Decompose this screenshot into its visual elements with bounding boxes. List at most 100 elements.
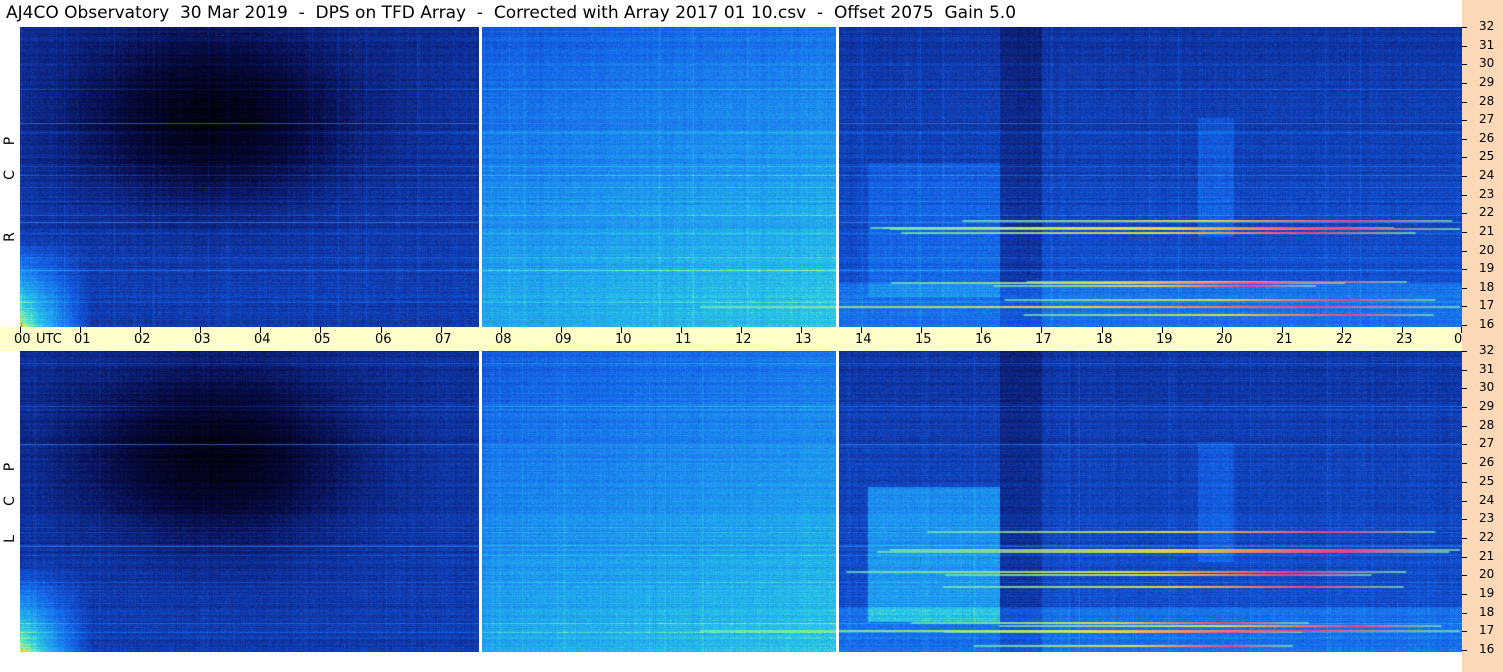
- lcp-spectrogram-canvas: [20, 351, 1462, 652]
- mhz-tick-mark: [1462, 538, 1467, 539]
- lcp-letter-c: C: [2, 496, 18, 506]
- mhz-tick-label: 31: [1479, 362, 1495, 376]
- rcp-side-label: R C P: [0, 27, 20, 327]
- utc-tick-label: 03: [194, 332, 211, 347]
- mhz-tick-label: 21: [1479, 224, 1495, 238]
- utc-tick-label: 13: [795, 332, 812, 347]
- mhz-tick-label: 29: [1479, 75, 1495, 89]
- utc-tick-label: 07: [435, 332, 452, 347]
- mhz-tick-label: 27: [1479, 112, 1495, 126]
- utc-tick-label: 09: [555, 332, 572, 347]
- mhz-tick-mark: [1462, 613, 1467, 614]
- mhz-tick-mark: [1462, 575, 1467, 576]
- rcp-spectrogram: [20, 27, 1462, 327]
- mhz-tick-mark: [1462, 64, 1467, 65]
- mhz-tick-mark: [1462, 232, 1467, 233]
- utc-tick-label: 20: [1216, 332, 1233, 347]
- mhz-tick-mark: [1462, 46, 1467, 47]
- mhz-tick-mark: [1462, 631, 1467, 632]
- mhz-tick-mark: [1462, 139, 1467, 140]
- mhz-tick-mark: [1462, 195, 1467, 196]
- mhz-tick-label: 19: [1479, 261, 1495, 275]
- mhz-tick-mark: [1462, 407, 1467, 408]
- mhz-tick-mark: [1462, 102, 1467, 103]
- mhz-tick-label: 23: [1479, 187, 1495, 201]
- mhz-tick-mark: [1462, 351, 1467, 352]
- mhz-tick-label: 29: [1479, 399, 1495, 413]
- mhz-tick-label: 28: [1479, 418, 1495, 432]
- mhz-tick-label: 22: [1479, 205, 1495, 219]
- mhz-tick-mark: [1462, 251, 1467, 252]
- mhz-tick-label: 16: [1479, 317, 1495, 331]
- mhz-tick-label: 30: [1479, 380, 1495, 394]
- utc-tick-label: 06: [375, 332, 392, 347]
- mhz-tick-mark: [1462, 269, 1467, 270]
- mhz-tick-mark: [1462, 83, 1467, 84]
- mhz-tick-mark: [1462, 388, 1467, 389]
- title-bar: AJ4CO Observatory 30 Mar 2019 - DPS on T…: [0, 0, 1462, 27]
- mhz-tick-mark: [1462, 288, 1467, 289]
- utc-tick-label: 10: [615, 332, 632, 347]
- utc-tick-label: 14: [855, 332, 872, 347]
- mhz-tick-label: 22: [1479, 530, 1495, 544]
- utc-tick-label: 12: [735, 332, 752, 347]
- utc-tick-label: 22: [1336, 332, 1353, 347]
- mhz-tick-label: 25: [1479, 149, 1495, 163]
- mhz-tick-label: 20: [1479, 243, 1495, 257]
- rcp-spectrogram-canvas: [20, 27, 1462, 327]
- rcp-letter-p: P: [2, 136, 18, 146]
- mhz-tick-label: 20: [1479, 567, 1495, 581]
- mhz-tick-label: 16: [1479, 642, 1495, 656]
- mhz-tick-mark: [1462, 519, 1467, 520]
- mhz-tick-label: 24: [1479, 168, 1495, 182]
- mhz-tick-mark: [1462, 157, 1467, 158]
- utc-tick-label: 00: [14, 332, 31, 347]
- utc-tick-label: 17: [1035, 332, 1052, 347]
- mhz-tick-mark: [1462, 650, 1467, 651]
- utc-tick-label: 05: [314, 332, 331, 347]
- mhz-tick-label: 31: [1479, 38, 1495, 52]
- utc-tick-label: 08: [495, 332, 512, 347]
- rcp-letter-r: R: [2, 232, 18, 242]
- mhz-tick-label: 24: [1479, 493, 1495, 507]
- mhz-tick-mark: [1462, 463, 1467, 464]
- lcp-letter-p: P: [2, 462, 18, 472]
- mhz-tick-label: 30: [1479, 56, 1495, 70]
- mhz-tick-mark: [1462, 370, 1467, 371]
- utc-tick-label: 11: [675, 332, 692, 347]
- utc-tick-label: 16: [975, 332, 992, 347]
- mhz-tick-mark: [1462, 557, 1467, 558]
- mhz-tick-label: 18: [1479, 605, 1495, 619]
- mhz-tick-label: 17: [1479, 298, 1495, 312]
- lcp-letter-l: L: [2, 535, 18, 543]
- mhz-tick-mark: [1462, 594, 1467, 595]
- utc-tick-label: 19: [1156, 332, 1173, 347]
- mhz-tick-label: 18: [1479, 280, 1495, 294]
- frequency-axis: 32 31 30 29 28 27 26 25 24 23 22 21 20 19 18 17 16 32 31 30…: [1462, 0, 1503, 672]
- utc-tick-label: 21: [1276, 332, 1293, 347]
- mhz-tick-label: 26: [1479, 131, 1495, 145]
- mhz-tick-mark: [1462, 444, 1467, 445]
- mhz-tick-label: 28: [1479, 94, 1495, 108]
- mhz-tick-mark: [1462, 482, 1467, 483]
- mhz-tick-mark: [1462, 120, 1467, 121]
- utc-tick-label: 15: [915, 332, 932, 347]
- utc-tick-label: 18: [1096, 332, 1113, 347]
- mhz-tick-label: 19: [1479, 586, 1495, 600]
- mhz-tick-label: 25: [1479, 474, 1495, 488]
- mhz-tick-label: 32: [1479, 343, 1495, 357]
- utc-unit-label: UTC: [36, 332, 62, 347]
- mhz-tick-label: 26: [1479, 455, 1495, 469]
- utc-tick-label: 01: [74, 332, 91, 347]
- mhz-tick-mark: [1462, 306, 1467, 307]
- rcp-letter-c: C: [2, 170, 18, 180]
- utc-tick-label: 04: [254, 332, 271, 347]
- utc-tick-label: 23: [1396, 332, 1413, 347]
- mhz-tick-label: 17: [1479, 623, 1495, 637]
- mhz-tick-label: 27: [1479, 436, 1495, 450]
- mhz-tick-mark: [1462, 27, 1467, 28]
- mhz-tick-mark: [1462, 325, 1467, 326]
- mhz-tick-mark: [1462, 501, 1467, 502]
- lcp-spectrogram: [20, 351, 1462, 652]
- utc-tick-label: 02: [134, 332, 151, 347]
